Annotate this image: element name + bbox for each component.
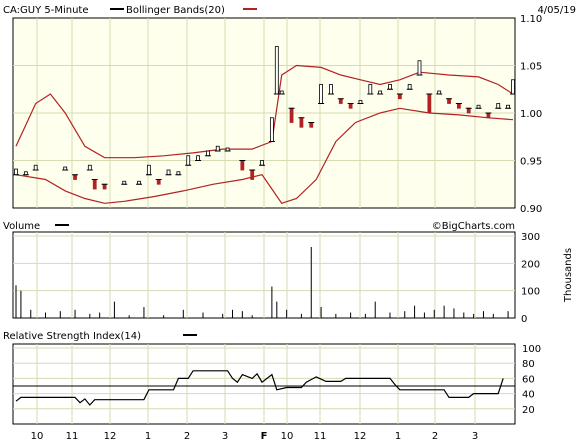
bb-legend-label: Bollinger Bands(20)	[126, 5, 225, 16]
price-bar-down	[240, 160, 245, 171]
price-tick-label: 0.95	[520, 157, 542, 168]
price-bar-down	[348, 103, 353, 109]
volume-unit-label: Thousands	[563, 248, 574, 303]
price-bar-down	[156, 179, 161, 185]
price-bar-up	[511, 79, 515, 95]
price-bar-down	[289, 107, 294, 123]
x-axis: 10 11 12 1 2 3 F 10 11 12 1 2 3	[31, 431, 479, 442]
price-bar-up	[274, 46, 279, 95]
x-tick-label: 12	[104, 431, 117, 442]
price-bar-up	[196, 155, 200, 161]
volume-tick-label: 0	[521, 314, 527, 325]
x-tick-label: 2	[184, 431, 190, 442]
x-tick-label: 11	[66, 431, 79, 442]
price-bar-down	[309, 122, 314, 128]
volume-tick-label: 200	[521, 259, 540, 270]
price-bar-down	[486, 112, 491, 119]
price-tick-label: 0.90	[520, 204, 542, 215]
watermark: ©BigCharts.com	[432, 221, 515, 232]
x-tick-label: 2	[432, 431, 438, 442]
price-bar-up	[329, 84, 333, 95]
x-tick-label: 1	[395, 431, 401, 442]
price-bar-up	[206, 150, 210, 157]
price-bar-up	[407, 84, 412, 90]
rsi-tick-label: 40	[522, 390, 535, 401]
x-tick-label: 12	[354, 431, 367, 442]
x-tick-label: 10	[31, 431, 44, 442]
price-bar-up	[146, 164, 151, 176]
price-tick-label: 1.05	[520, 62, 542, 73]
price-bar-up	[417, 60, 422, 76]
volume-tick-label: 100	[521, 287, 540, 298]
price-bar-down	[102, 183, 107, 190]
price-bar-up	[368, 84, 373, 95]
price-bar-up	[33, 164, 38, 171]
rsi-y-axis: 20 40 60 80 100	[522, 344, 541, 416]
price-bar-up	[87, 164, 92, 171]
x-tick-label: 11	[314, 431, 327, 442]
x-tick-label: 3	[222, 431, 228, 442]
price-bar-down	[397, 93, 402, 100]
price-bar-down	[92, 179, 97, 190]
price-bar-down	[456, 103, 461, 109]
price-bar-up	[186, 155, 191, 166]
price-panel: 0.90 0.95 1.00 1.05 1.10	[12, 14, 542, 215]
volume-title: Volume	[3, 221, 40, 232]
price-tick-label: 1.10	[520, 14, 542, 25]
price-bar-up	[215, 145, 220, 152]
price-bar-down	[466, 107, 471, 114]
price-bar-down	[299, 117, 304, 128]
rsi-tick-label: 60	[522, 374, 535, 385]
x-tick-label: 10	[281, 431, 294, 442]
volume-y-axis: 0 100 200 300	[521, 232, 540, 325]
price-bar-up	[269, 117, 274, 142]
chart-header: CA:GUY 5-Minute Bollinger Bands(20) 4/05…	[3, 5, 576, 16]
x-tick-label: 3	[472, 431, 478, 442]
price-bar-up	[14, 168, 18, 176]
rsi-tick-label: 80	[522, 359, 535, 370]
stock-chart: CA:GUY 5-Minute Bollinger Bands(20) 4/05…	[3, 5, 576, 442]
x-tick-label: F	[261, 431, 268, 442]
price-bar-up	[496, 103, 501, 109]
price-bar-up	[319, 84, 323, 104]
price-y-axis: 0.90 0.95 1.00 1.05 1.10	[520, 14, 542, 215]
rsi-panel: Relative Strength Index(14) 20 40 60 80 100	[3, 331, 541, 425]
price-bar-down	[427, 93, 432, 114]
x-tick-label: 1	[145, 431, 151, 442]
price-bar-down	[250, 169, 255, 180]
price-bar-down	[73, 174, 77, 180]
rsi-tick-label: 20	[522, 405, 535, 416]
volume-panel: Volume ©BigCharts.com 0 100 200 300 Thousan…	[3, 221, 574, 325]
rsi-tick-label: 100	[522, 344, 541, 355]
volume-tick-label: 300	[521, 232, 540, 243]
price-bar-up	[260, 160, 264, 166]
rsi-title: Relative Strength Index(14)	[3, 331, 141, 342]
price-bar-down	[338, 98, 343, 104]
price-bar-up	[388, 84, 392, 90]
price-tick-label: 1.00	[520, 109, 542, 120]
symbol-label: CA:GUY 5-Minute	[3, 5, 89, 16]
chart-date: 4/05/19	[537, 5, 576, 16]
price-bar-down	[447, 98, 451, 104]
price-bar-up	[166, 169, 171, 176]
